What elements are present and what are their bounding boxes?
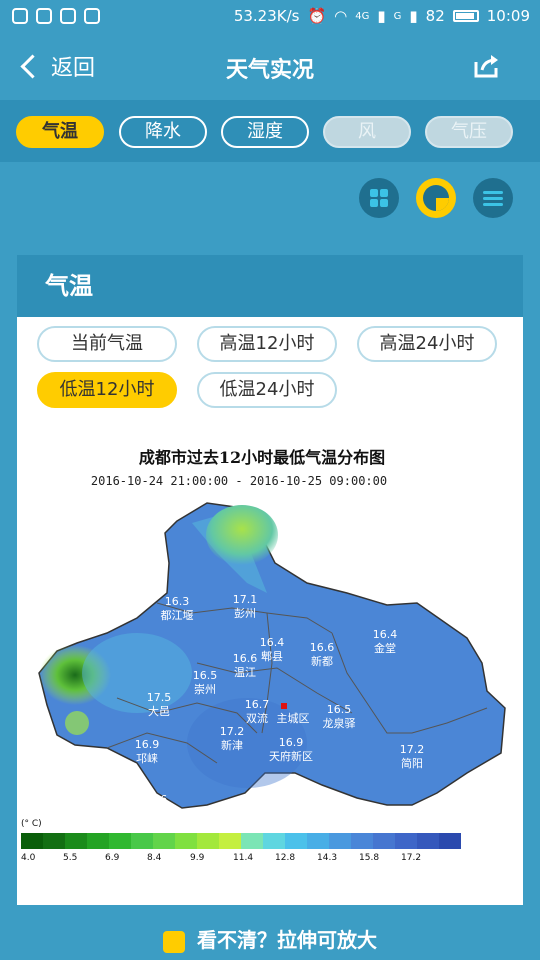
app-bar: 返回 天气实况 <box>0 34 540 100</box>
battery-icon <box>452 10 479 22</box>
temperature-map[interactable]: 成都市过去12小时最低气温分布图 2016-10-24 21:00:00 - 2… <box>17 433 523 863</box>
status-icons-right: 53.23K/s ⏰ ◠ 4G ▮ G ▮ 82 10:09 <box>234 7 530 25</box>
svg-text:16.3: 16.3 <box>165 595 190 608</box>
tab-precipitation[interactable]: 降水 <box>119 116 207 148</box>
pie-map-icon <box>423 185 449 211</box>
svg-text:天府新区: 天府新区 <box>269 749 313 763</box>
share-icon[interactable] <box>472 54 500 78</box>
grid-view-button[interactable] <box>359 178 399 218</box>
map-time-range: 2016-10-24 21:00:00 - 2016-10-25 09:00:0… <box>91 474 387 488</box>
svg-text:金堂: 金堂 <box>374 641 396 655</box>
svg-text:17.5: 17.5 <box>147 691 172 704</box>
temperature-card: 气温 当前气温 高温12小时 高温24小时 低温12小时 低温24小时 成都市过… <box>17 255 523 905</box>
clock: 10:09 <box>486 7 530 25</box>
option-high-12h[interactable]: 高温12小时 <box>197 326 337 362</box>
svg-text:16.9: 16.9 <box>279 736 304 749</box>
notification-icon <box>12 8 28 24</box>
svg-text:11.4: 11.4 <box>233 853 253 863</box>
tab-wind[interactable]: 风 <box>323 116 411 148</box>
option-current-temp[interactable]: 当前气温 <box>37 326 177 362</box>
card-title: 气温 <box>17 255 523 317</box>
legend-unit: (° C) <box>21 819 42 829</box>
list-view-button[interactable] <box>473 178 513 218</box>
tab-pressure[interactable]: 气压 <box>425 116 513 148</box>
network-type: 4G <box>355 10 370 22</box>
svg-text:主城区: 主城区 <box>277 712 310 725</box>
svg-text:郫县: 郫县 <box>261 649 283 663</box>
svg-text:16.6: 16.6 <box>310 641 335 654</box>
svg-text:9.9: 9.9 <box>190 853 205 863</box>
zoom-hint-text: 看不清？拉伸可放大 <box>197 928 377 952</box>
svg-text:15.8: 15.8 <box>359 853 379 863</box>
network-speed: 53.23K/s <box>233 7 300 25</box>
map-title: 成都市过去12小时最低气温分布图 <box>139 448 385 467</box>
svg-text:17.2: 17.2 <box>400 743 425 756</box>
svg-text:16.4: 16.4 <box>373 628 398 641</box>
svg-text:16.6: 16.6 <box>143 793 168 806</box>
svg-text:崇州: 崇州 <box>194 683 216 696</box>
svg-text:17.2: 17.2 <box>401 853 421 863</box>
zoom-hint: 看不清？拉伸可放大 <box>0 920 540 960</box>
qq-icon <box>36 8 52 24</box>
svg-text:大邑: 大邑 <box>148 704 170 718</box>
option-low-24h[interactable]: 低温24小时 <box>197 372 337 408</box>
status-bar: 53.23K/s ⏰ ◠ 4G ▮ G ▮ 82 10:09 <box>0 0 540 34</box>
map-view-button[interactable] <box>416 178 456 218</box>
list-icon <box>483 191 503 206</box>
battery-percent: 82 <box>425 7 445 25</box>
wifi-icon: ◠ <box>334 7 348 25</box>
svg-text:5.5: 5.5 <box>63 853 77 863</box>
legend-color-bar <box>21 833 461 849</box>
option-high-24h[interactable]: 高温24小时 <box>357 326 497 362</box>
svg-text:16.5: 16.5 <box>193 669 218 682</box>
svg-text:6.9: 6.9 <box>105 853 120 863</box>
svg-text:17.2: 17.2 <box>220 725 245 738</box>
svg-text:邛崃: 邛崃 <box>136 752 158 765</box>
svg-text:蒲江: 蒲江 <box>144 806 166 820</box>
tab-humidity[interactable]: 湿度 <box>221 116 309 148</box>
svg-text:4.0: 4.0 <box>21 853 36 863</box>
status-icons-left <box>12 8 100 24</box>
more-icon <box>84 8 100 24</box>
svg-text:彭州: 彭州 <box>234 606 256 620</box>
svg-text:双流: 双流 <box>246 711 268 725</box>
svg-text:16.6: 16.6 <box>233 652 258 665</box>
svg-text:龙泉驿: 龙泉驿 <box>323 716 356 730</box>
image-icon <box>60 8 76 24</box>
grid-icon <box>370 189 388 207</box>
category-tabs: 气温 降水 湿度 风 气压 <box>0 100 540 162</box>
network-type-2: G <box>393 10 402 22</box>
svg-text:新津: 新津 <box>221 738 243 752</box>
svg-text:16.5: 16.5 <box>327 703 352 716</box>
svg-text:17.1: 17.1 <box>233 593 258 606</box>
svg-text:16.9: 16.9 <box>135 738 160 751</box>
page-title: 天气实况 <box>225 58 314 83</box>
svg-text:16.4: 16.4 <box>260 636 285 649</box>
option-low-12h[interactable]: 低温12小时 <box>37 372 177 408</box>
svg-text:14.3: 14.3 <box>317 853 337 863</box>
svg-text:简阳: 简阳 <box>401 756 423 770</box>
expand-icon <box>163 930 185 953</box>
svg-text:温江: 温江 <box>234 666 256 679</box>
alarm-icon: ⏰ <box>307 7 327 25</box>
tab-temperature[interactable]: 气温 <box>16 116 104 148</box>
signal-icon-2: ▮ <box>409 7 418 25</box>
svg-text:8.4: 8.4 <box>147 853 162 863</box>
signal-icon: ▮ <box>377 7 386 25</box>
svg-text:都江堰: 都江堰 <box>161 609 194 622</box>
svg-text:新都: 新都 <box>311 654 333 668</box>
svg-text:16.7: 16.7 <box>245 698 270 711</box>
svg-text:12.8: 12.8 <box>275 853 295 863</box>
